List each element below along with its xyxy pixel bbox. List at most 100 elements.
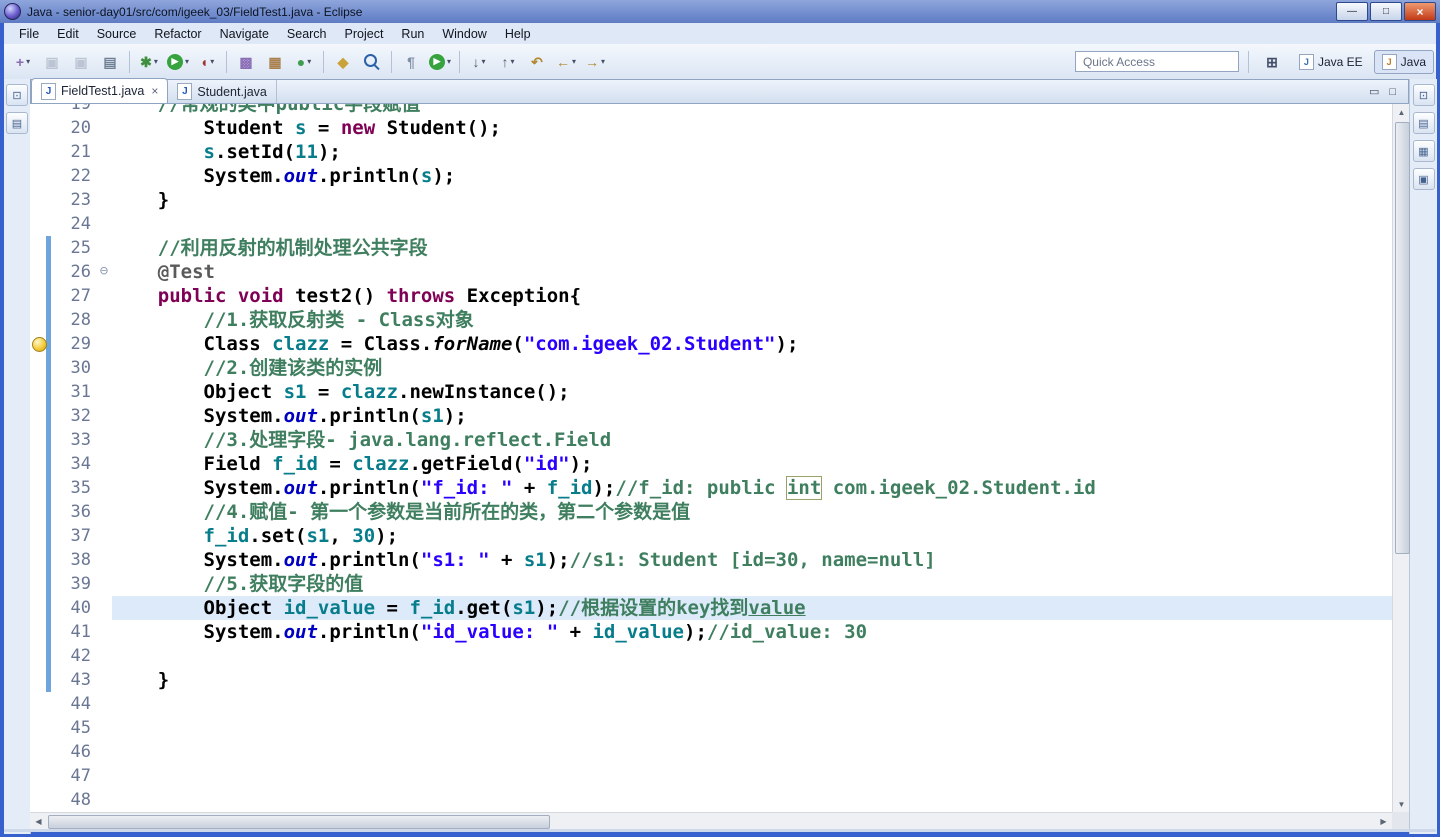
open-type-button[interactable]: ◆	[329, 49, 357, 75]
code-line-40[interactable]: 40 Object id_value = f_id.get(s1);//根据设置…	[30, 596, 1392, 620]
menu-search[interactable]: Search	[278, 24, 336, 44]
code-line-19[interactable]: 19 //常规的类中public字段赋值	[30, 104, 1392, 116]
menu-project[interactable]: Project	[336, 24, 393, 44]
menu-help[interactable]: Help	[496, 24, 540, 44]
maximize-window-button[interactable]: □	[1370, 2, 1402, 21]
code-line-26[interactable]: 26 ⊖ @Test	[30, 260, 1392, 284]
line-number[interactable]: 44	[51, 692, 96, 716]
horizontal-scroll-thumb[interactable]	[48, 815, 550, 829]
tab-fieldtest1.java[interactable]: J FieldTest1.java ×	[31, 78, 169, 103]
chevron-down-icon[interactable]: ▾	[572, 57, 576, 66]
code-line-20[interactable]: 20 Student s = new Student();	[30, 116, 1392, 140]
chevron-down-icon[interactable]: ▾	[510, 57, 514, 66]
line-number[interactable]: 38	[51, 548, 96, 572]
line-number[interactable]: 27	[51, 284, 96, 308]
code-line-25[interactable]: 25 //利用反射的机制处理公共字段	[30, 236, 1392, 260]
line-number[interactable]: 37	[51, 524, 96, 548]
scroll-down-button[interactable]: ▼	[1393, 796, 1410, 812]
chevron-down-icon[interactable]: ▾	[601, 57, 605, 66]
menu-source[interactable]: Source	[88, 24, 146, 44]
maximize-editor-button[interactable]: □	[1389, 86, 1396, 98]
line-number[interactable]: 40	[51, 596, 96, 620]
debug-button[interactable]: ✱ ▾	[135, 49, 163, 75]
minimize-editor-button[interactable]: ▭	[1369, 85, 1379, 98]
line-number[interactable]: 25	[51, 236, 96, 260]
mark-occurrences-button[interactable]: ¶	[397, 49, 425, 75]
code-line-34[interactable]: 34 Field f_id = clazz.getField("id");	[30, 452, 1392, 476]
package-explorer-icon[interactable]: ▤	[6, 112, 28, 134]
menu-run[interactable]: Run	[392, 24, 433, 44]
line-number[interactable]: 47	[51, 764, 96, 788]
templates-icon[interactable]: ▣	[1412, 168, 1435, 190]
menu-file[interactable]: File	[10, 24, 48, 44]
line-number[interactable]: 35	[51, 476, 96, 500]
perspective-java-ee[interactable]: J Java EE	[1291, 50, 1371, 74]
scroll-up-button[interactable]: ▲	[1393, 104, 1410, 120]
line-number[interactable]: 34	[51, 452, 96, 476]
line-number[interactable]: 33	[51, 428, 96, 452]
line-number[interactable]: 46	[51, 740, 96, 764]
code-line-30[interactable]: 30 //2.创建该类的实例	[30, 356, 1392, 380]
code-line-23[interactable]: 23 }	[30, 188, 1392, 212]
new-class-button[interactable]: ● ▾	[290, 49, 318, 75]
previous-annotation-button[interactable]: ↑ ▾	[494, 49, 522, 75]
new-java-project-button[interactable]: ▩	[232, 49, 260, 75]
line-number[interactable]: 45	[51, 716, 96, 740]
task-list-icon[interactable]: ▤	[1412, 112, 1435, 134]
open-perspective-button[interactable]: ⊞	[1258, 49, 1286, 75]
new-wizard-button[interactable]: + ▾	[9, 49, 37, 75]
code-line-43[interactable]: 43 }	[30, 668, 1392, 692]
line-number[interactable]: 30	[51, 356, 96, 380]
menu-navigate[interactable]: Navigate	[211, 24, 278, 44]
code-line-24[interactable]: 24	[30, 212, 1392, 236]
last-edit-location-button[interactable]: ↶	[523, 49, 551, 75]
coverage-button[interactable]: ◖ ▾	[193, 49, 221, 75]
outline-icon[interactable]: ▦	[1412, 140, 1435, 162]
code-line-47[interactable]: 47	[30, 764, 1392, 788]
code-line-44[interactable]: 44	[30, 692, 1392, 716]
close-window-button[interactable]: ×	[1404, 2, 1436, 21]
line-number[interactable]: 29	[51, 332, 96, 356]
code-line-33[interactable]: 33 //3.处理字段- java.lang.reflect.Field	[30, 428, 1392, 452]
chevron-down-icon[interactable]: ▾	[185, 57, 189, 66]
code-line-38[interactable]: 38 System.out.println("s1: " + s1);//s1:…	[30, 548, 1392, 572]
perspective-java[interactable]: J Java	[1373, 49, 1434, 74]
vertical-scroll-thumb[interactable]	[1395, 122, 1410, 554]
title-bar[interactable]: Java - senior-day01/src/com/igeek_03/Fie…	[0, 0, 1440, 23]
restore-pane-icon[interactable]: ⊡	[6, 84, 28, 106]
line-number[interactable]: 21	[51, 140, 96, 164]
warning-marker-gutter[interactable]	[30, 332, 47, 356]
line-number[interactable]: 23	[51, 188, 96, 212]
line-number[interactable]: 43	[51, 668, 96, 692]
line-number[interactable]: 36	[51, 500, 96, 524]
code-line-41[interactable]: 41 System.out.println("id_value: " + id_…	[30, 620, 1392, 644]
new-package-button[interactable]: ▦	[261, 49, 289, 75]
chevron-down-icon[interactable]: ▾	[26, 57, 30, 66]
chevron-down-icon[interactable]: ▾	[307, 57, 311, 66]
code-line-35[interactable]: 35 System.out.println("f_id: " + f_id);/…	[30, 476, 1392, 500]
code-line-29[interactable]: 29 Class clazz = Class.forName("com.igee…	[30, 332, 1392, 356]
scroll-right-button[interactable]: ▶	[1375, 813, 1392, 829]
minimize-window-button[interactable]: —	[1336, 2, 1368, 21]
chevron-down-icon[interactable]: ▾	[447, 57, 451, 66]
code-line-39[interactable]: 39 //5.获取字段的值	[30, 572, 1392, 596]
line-number[interactable]: 31	[51, 380, 96, 404]
line-number[interactable]: 19	[51, 104, 96, 116]
code-line-42[interactable]: 42	[30, 644, 1392, 668]
search-button[interactable]	[358, 49, 386, 75]
code-line-37[interactable]: 37 f_id.set(s1, 30);	[30, 524, 1392, 548]
line-number[interactable]: 26	[51, 260, 96, 284]
code-line-36[interactable]: 36 //4.赋值- 第一个参数是当前所在的类，第二个参数是值	[30, 500, 1392, 524]
code-line-48[interactable]: 48	[30, 788, 1392, 812]
quick-access-input[interactable]: Quick Access	[1074, 51, 1239, 72]
code-line-31[interactable]: 31 Object s1 = clazz.newInstance();	[30, 380, 1392, 404]
fold-collapse-icon[interactable]: ⊖	[96, 260, 112, 284]
tab-close-icon[interactable]: ×	[151, 84, 158, 98]
scroll-left-button[interactable]: ◀	[30, 813, 47, 829]
line-number[interactable]: 28	[51, 308, 96, 332]
tab-student.java[interactable]: J Student.java	[168, 80, 277, 103]
chevron-down-icon[interactable]: ▾	[154, 57, 158, 66]
line-number[interactable]: 39	[51, 572, 96, 596]
chevron-down-icon[interactable]: ▾	[210, 57, 214, 66]
line-number[interactable]: 24	[51, 212, 96, 236]
